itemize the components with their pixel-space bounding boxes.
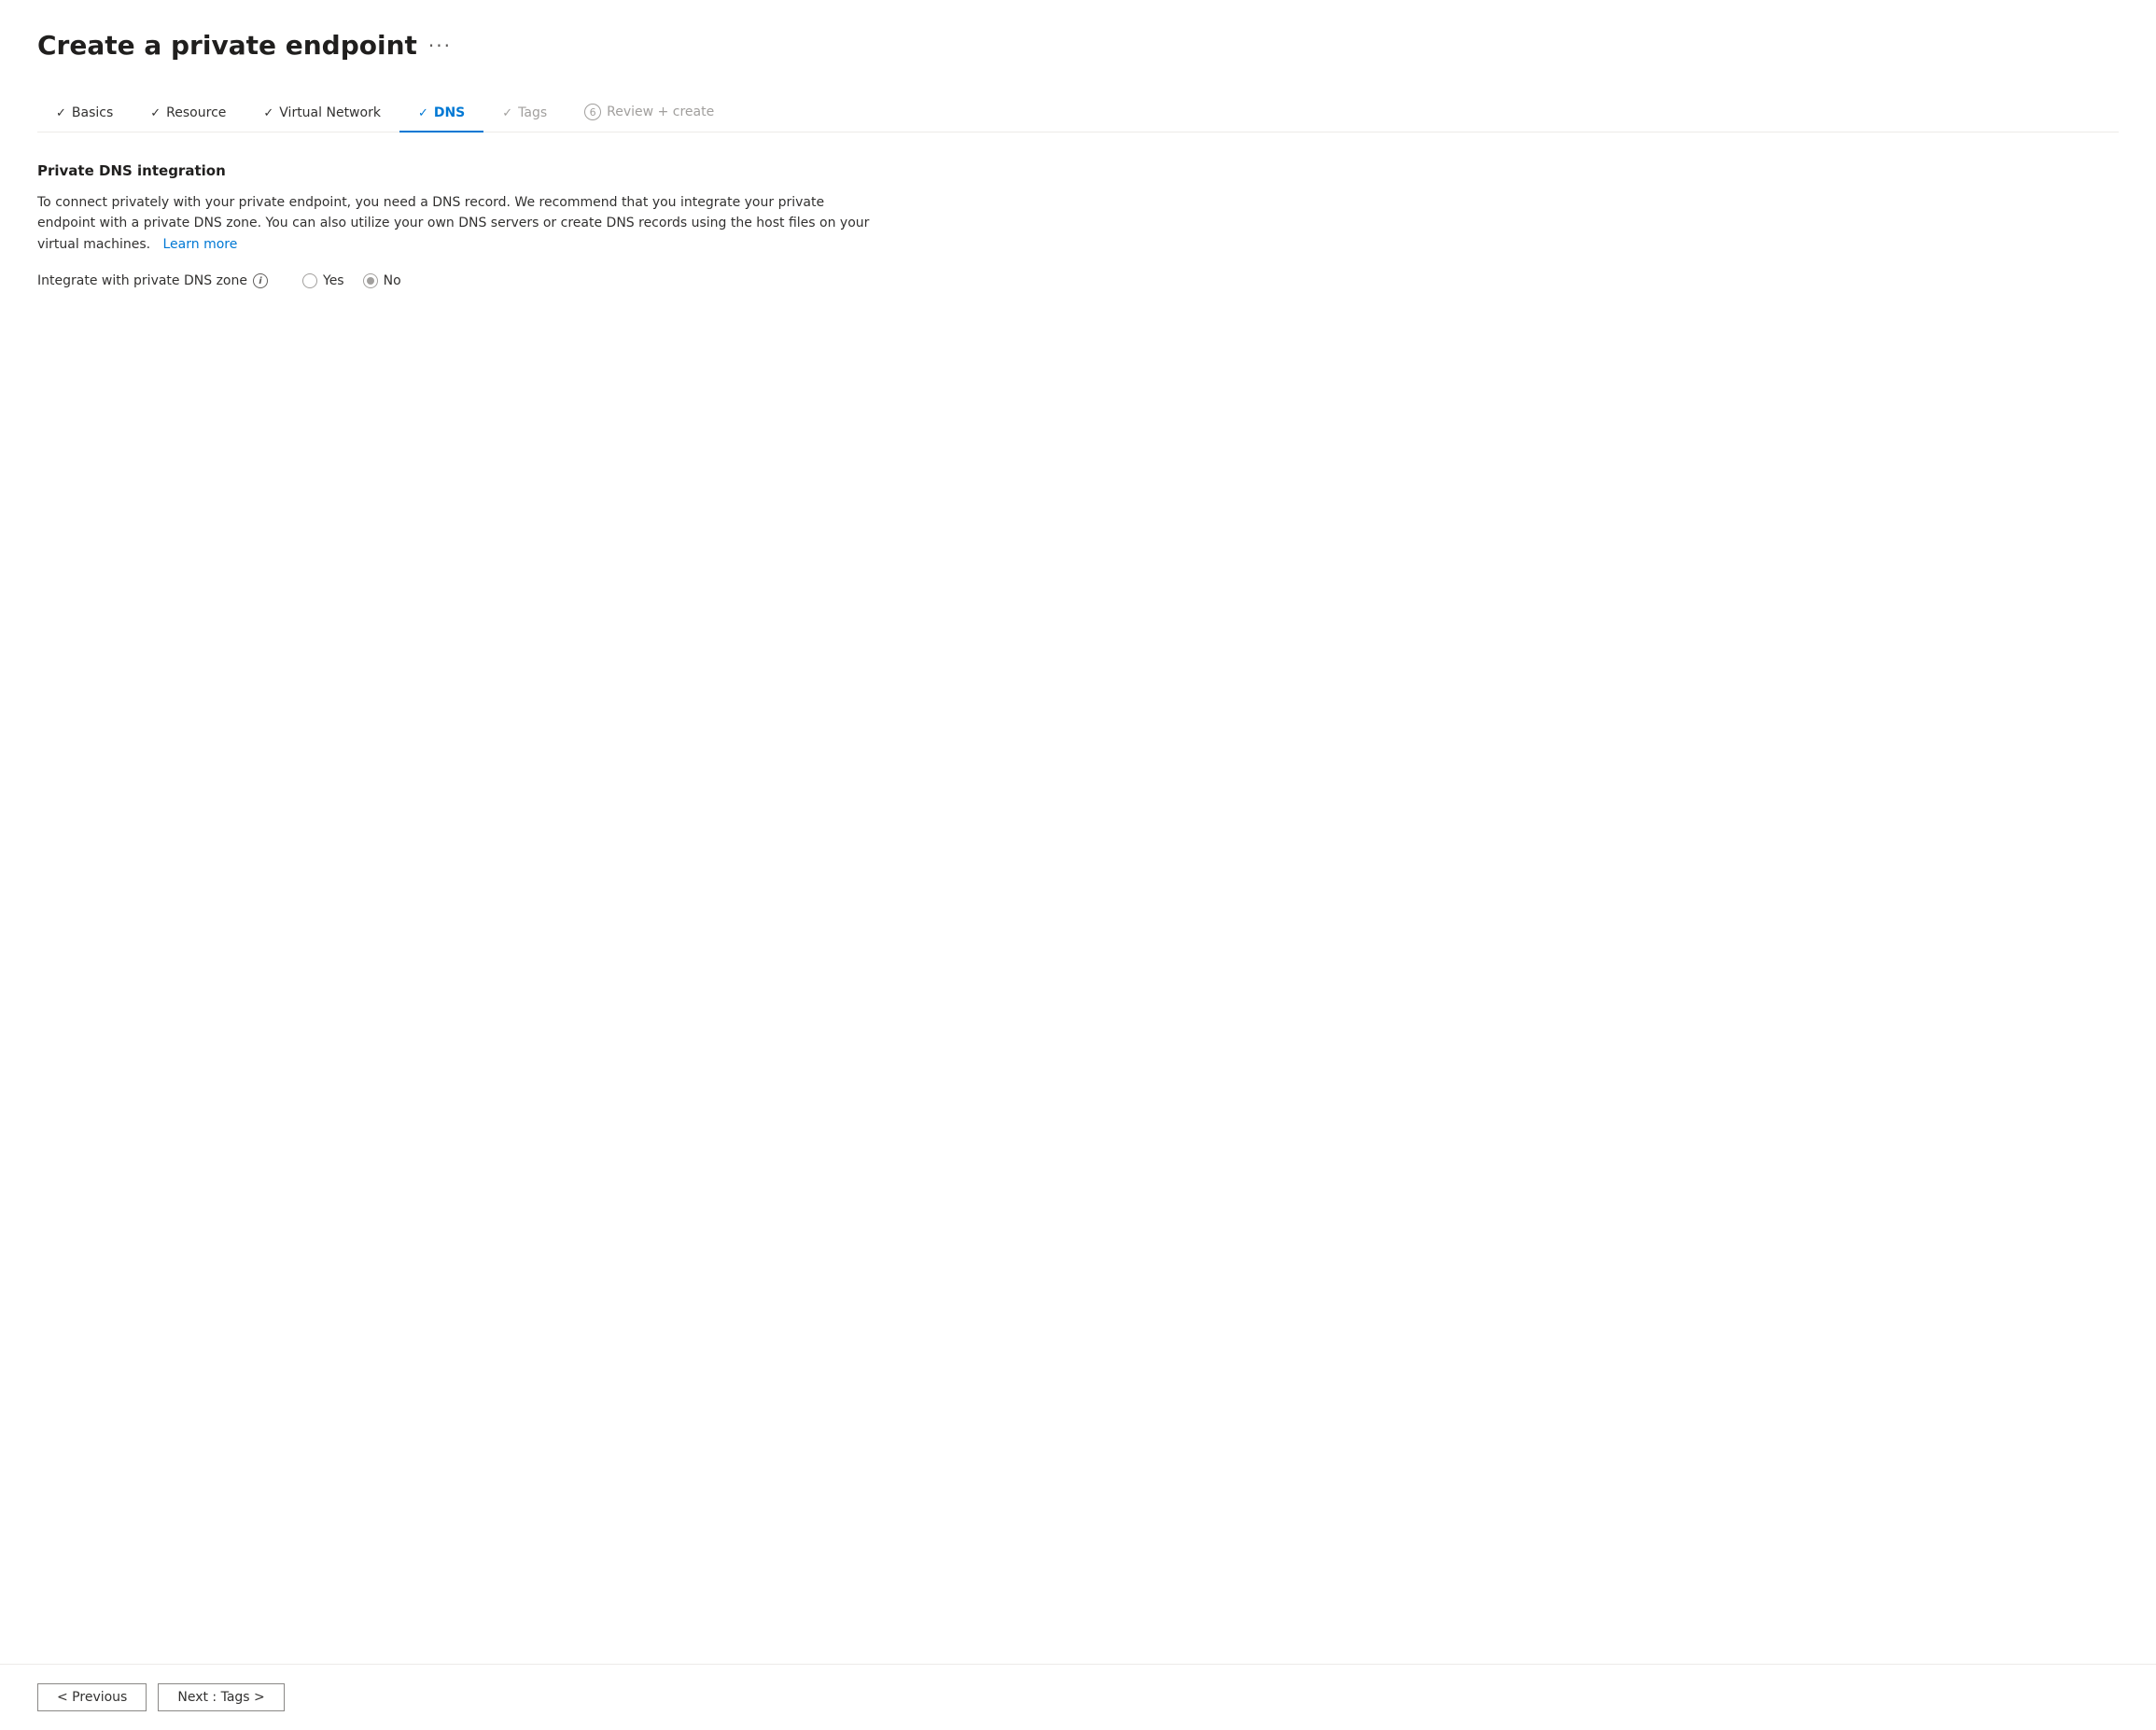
radio-circle-yes[interactable] (302, 273, 317, 288)
content-section: Private DNS integration To connect priva… (37, 162, 877, 288)
tab-review-create[interactable]: 6 Review + create (566, 94, 733, 132)
wizard-tabs: ✓ Basics ✓ Resource ✓ Virtual Network ✓ … (37, 94, 2119, 133)
description-text: To connect privately with your private e… (37, 192, 877, 255)
tab-basics[interactable]: ✓ Basics (37, 96, 132, 132)
more-options-icon[interactable]: ··· (428, 35, 452, 57)
section-title: Private DNS integration (37, 162, 877, 179)
radio-circle-no[interactable] (363, 273, 378, 288)
tab-basics-label: Basics (72, 105, 113, 120)
check-icon-dns: ✓ (418, 106, 428, 120)
form-label-dns-zone: Integrate with private DNS zone i (37, 273, 280, 288)
info-icon-dns-zone[interactable]: i (253, 273, 268, 288)
dns-integration-row: Integrate with private DNS zone i Yes No (37, 273, 877, 288)
tab-tags-label: Tags (518, 105, 547, 120)
radio-option-yes[interactable]: Yes (302, 273, 344, 288)
check-icon-virtual-network: ✓ (263, 106, 273, 120)
check-icon-resource: ✓ (150, 106, 161, 120)
next-button[interactable]: Next : Tags > (158, 1683, 284, 1711)
tab-tags[interactable]: ✓ Tags (483, 96, 566, 132)
page-footer: < Previous Next : Tags > (0, 1664, 2156, 1730)
page-header: Create a private endpoint ··· (37, 30, 2119, 61)
radio-group-dns: Yes No (302, 273, 401, 288)
tab-dns-label: DNS (434, 105, 465, 120)
page-container: Create a private endpoint ··· ✓ Basics ✓… (0, 0, 2156, 1664)
step-badge-review: 6 (584, 104, 601, 120)
tab-review-create-label: Review + create (607, 105, 714, 119)
tab-virtual-network[interactable]: ✓ Virtual Network (245, 96, 399, 132)
radio-label-no: No (384, 273, 401, 288)
tab-resource[interactable]: ✓ Resource (132, 96, 245, 132)
tab-resource-label: Resource (166, 105, 226, 120)
tab-virtual-network-label: Virtual Network (279, 105, 381, 120)
page-title: Create a private endpoint (37, 30, 417, 61)
learn-more-link[interactable]: Learn more (162, 237, 237, 252)
tab-dns[interactable]: ✓ DNS (399, 96, 483, 132)
radio-inner-no (367, 277, 374, 285)
radio-option-no[interactable]: No (363, 273, 401, 288)
radio-label-yes: Yes (323, 273, 344, 288)
check-icon-tags: ✓ (502, 106, 512, 120)
previous-button[interactable]: < Previous (37, 1683, 147, 1711)
check-icon-basics: ✓ (56, 106, 66, 120)
